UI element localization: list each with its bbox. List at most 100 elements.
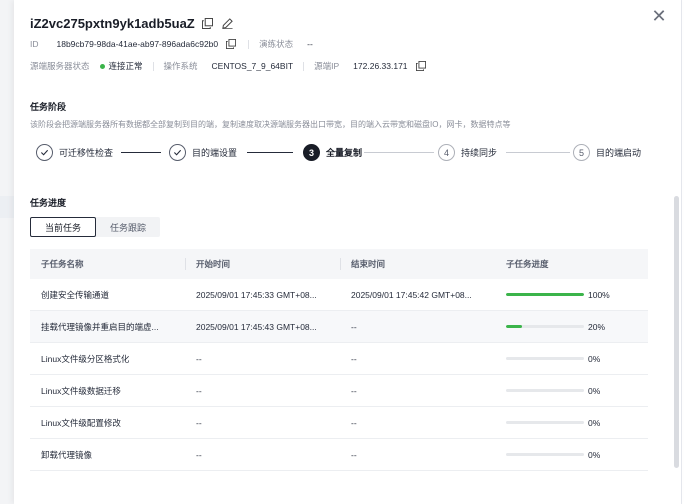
table-row: 挂载代理镜像并重启目的端虚... 2025/09/01 17:45:43 GMT… (30, 311, 648, 343)
task-progress-title: 任务进度 (30, 198, 67, 208)
status-dot (99, 63, 105, 69)
progress-percent: 20% (588, 321, 606, 332)
source-status: 连接正常 (99, 60, 143, 72)
progress-fill (506, 325, 522, 328)
step-label: 持续同步 (461, 148, 498, 158)
source-ip-value: 172.26.33.171 (353, 61, 408, 71)
step-number: 3 (303, 144, 320, 161)
step-label: 可迁移性检查 (59, 148, 114, 158)
close-icon[interactable]: ✕ (650, 7, 668, 25)
column-subtask-progress: 子任务进度 (506, 259, 549, 269)
subtask-progress: 0% (495, 450, 648, 460)
progress-bar (506, 293, 584, 296)
subtask-progress: 0% (495, 354, 648, 364)
subtask-name: Linux文件级分区格式化 (41, 353, 130, 364)
progress-fill (506, 293, 584, 296)
end-time: -- (351, 417, 357, 428)
table-header: 子任务名称 开始时间 结束时间 子任务进度 (30, 249, 648, 279)
column-start-time: 开始时间 (185, 258, 340, 270)
meta-divider (248, 39, 250, 49)
check-icon (169, 144, 186, 161)
start-time: -- (196, 449, 202, 460)
task-stage-description: 该阶段会把源端服务器所有数据都全部复制到目的端，复制速度取决源端服务器出口带宽，… (30, 120, 511, 129)
start-time: -- (196, 353, 202, 364)
subtask-table: 子任务名称 开始时间 结束时间 子任务进度 创建安全传输通道 2025/09/0… (30, 249, 648, 471)
progress-percent: 100% (588, 289, 610, 300)
source-ip-label: 源端IP (314, 61, 340, 71)
step-full-replication: 3 全量复制 (303, 144, 362, 161)
edit-icon[interactable] (221, 16, 235, 30)
table-row: Linux文件级配置修改 -- -- 0% (30, 407, 648, 439)
tab-task-tracking[interactable]: 任务跟踪 (96, 217, 160, 237)
progress-bar (506, 421, 584, 424)
subtask-name: 创建安全传输通道 (41, 289, 110, 300)
id-label: ID (30, 39, 39, 49)
subtask-progress: 20% (495, 322, 648, 332)
id-value: 18b9cb79-98da-41ae-ab97-896ada6c92b0 (56, 39, 219, 49)
step-target-launch: 5 目的端启动 (573, 144, 641, 161)
subtask-name: Linux文件级配置修改 (41, 417, 121, 428)
source-status-value: 连接正常 (108, 61, 143, 71)
end-time: -- (351, 449, 357, 460)
drill-status-value: -- (307, 39, 313, 49)
progress-bar (506, 325, 584, 328)
end-time: 2025/09/01 17:45:42 GMT+08... (351, 289, 472, 300)
step-connector (364, 152, 434, 153)
subtask-name: Linux文件级数据迁移 (41, 385, 121, 396)
os-value: CENTOS_7_9_64BIT (211, 61, 294, 71)
step-number: 4 (438, 144, 455, 161)
check-icon (36, 144, 53, 161)
meta-row-source: 源端服务器状态 连接正常 操作系统 CENTOS_7_9_64BIT 源端IP … (30, 59, 428, 73)
tab-current-task[interactable]: 当前任务 (30, 217, 97, 237)
column-end-time: 结束时间 (340, 258, 495, 270)
progress-tabs: 当前任务 任务跟踪 (30, 217, 161, 237)
start-time: -- (196, 385, 202, 396)
end-time: -- (351, 321, 357, 332)
table-row: Linux文件级数据迁移 -- -- 0% (30, 375, 648, 407)
progress-percent: 0% (588, 353, 601, 364)
table-row: 创建安全传输通道 2025/09/01 17:45:33 GMT+08... 2… (30, 279, 648, 311)
meta-divider (152, 61, 154, 71)
drawer-scrollbar[interactable] (674, 196, 679, 468)
subtask-name: 卸载代理镜像 (41, 449, 93, 460)
start-time: 2025/09/01 17:45:43 GMT+08... (196, 321, 317, 332)
table-row: Linux文件级分区格式化 -- -- 0% (30, 343, 648, 375)
background-page-right (681, 0, 693, 504)
meta-divider (303, 61, 305, 71)
server-name-title: iZ2vc275pxtn9yk1adb5uaZ (30, 15, 195, 31)
stage-stepper: 可迁移性检查 目的端设置 3 全量复制 4 持续同步 5 目的端启动 (36, 144, 646, 162)
start-time: 2025/09/01 17:45:33 GMT+08... (196, 289, 317, 300)
progress-bar (506, 389, 584, 392)
os-label: 操作系统 (163, 61, 198, 71)
drawer-title-row: iZ2vc275pxtn9yk1adb5uaZ (30, 14, 235, 32)
task-stage-title: 任务阶段 (30, 102, 67, 112)
subtask-progress: 0% (495, 386, 648, 396)
step-continuous-sync: 4 持续同步 (438, 144, 497, 161)
source-status-label: 源端服务器状态 (30, 61, 90, 71)
table-row: 卸载代理镜像 -- -- 0% (30, 439, 648, 471)
step-target-setup: 目的端设置 (169, 144, 237, 161)
copy-ip-icon[interactable] (414, 59, 428, 73)
progress-percent: 0% (588, 385, 601, 396)
subtask-progress: 0% (495, 418, 648, 428)
subtask-progress: 100% (495, 290, 648, 300)
background-highlight (0, 196, 14, 218)
step-connector (247, 152, 293, 153)
step-label: 目的端设置 (192, 148, 238, 158)
subtask-name: 挂载代理镜像并重启目的端虚... (41, 321, 159, 332)
meta-row-id: ID 18b9cb79-98da-41ae-ab97-896ada6c92b0 … (30, 37, 313, 51)
step-label: 全量复制 (326, 148, 363, 158)
end-time: -- (351, 353, 357, 364)
step-connector (506, 152, 570, 153)
progress-percent: 0% (588, 417, 601, 428)
background-page-left (0, 0, 14, 504)
step-migratability-check: 可迁移性检查 (36, 144, 113, 161)
progress-percent: 0% (588, 449, 601, 460)
start-time: -- (196, 417, 202, 428)
step-connector (121, 152, 161, 153)
copy-icon[interactable] (201, 16, 215, 30)
progress-bar (506, 357, 584, 360)
step-label: 目的端启动 (596, 148, 642, 158)
end-time: -- (351, 385, 357, 396)
copy-id-icon[interactable] (224, 37, 238, 51)
